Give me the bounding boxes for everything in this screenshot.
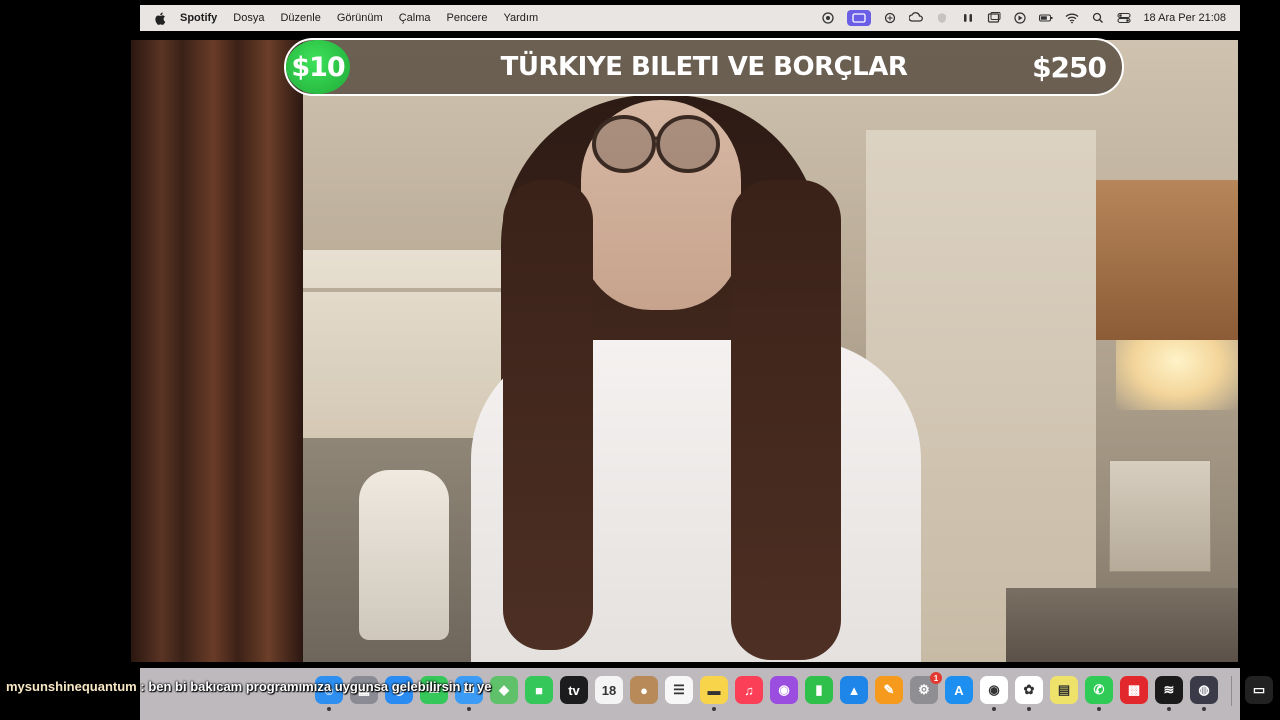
chat-separator: : bbox=[136, 679, 149, 694]
menu-playback[interactable]: Çalma bbox=[399, 12, 431, 24]
donation-goal-banner: $10 TÜRKIYE BILETI VE BORÇLAR $250 bbox=[284, 38, 1124, 96]
chatgpt-icon[interactable] bbox=[883, 12, 897, 24]
person-hair-right bbox=[731, 180, 841, 660]
stickies-icon[interactable]: ▤ bbox=[1050, 676, 1078, 704]
menu-edit[interactable]: Düzenle bbox=[280, 12, 320, 24]
running-indicator bbox=[467, 707, 471, 711]
wifi-icon[interactable] bbox=[1065, 12, 1079, 24]
keynote-icon[interactable]: ▲ bbox=[840, 676, 868, 704]
dock-separator bbox=[1231, 676, 1232, 706]
spotlight-search-icon[interactable] bbox=[1091, 12, 1105, 24]
recent-window-1-glyph: ▭ bbox=[1252, 682, 1266, 697]
running-indicator bbox=[1097, 707, 1101, 711]
calendar-icon[interactable]: 18 bbox=[595, 676, 623, 704]
person-glasses bbox=[592, 115, 720, 173]
reminders-glyph: ☰ bbox=[673, 682, 685, 697]
recent-window-1-icon[interactable]: ▭ bbox=[1245, 676, 1273, 704]
menu-window[interactable]: Pencere bbox=[446, 12, 487, 24]
music-icon[interactable]: ♫ bbox=[735, 676, 763, 704]
chat-text: ben bi bakıcam programımıza uygunsa gele… bbox=[148, 679, 492, 694]
podcasts-glyph: ◉ bbox=[778, 682, 790, 697]
whatsapp-glyph: ✆ bbox=[1093, 682, 1105, 697]
chrome-icon[interactable]: ◉ bbox=[980, 676, 1008, 711]
appletv-icon[interactable]: tv bbox=[560, 676, 588, 704]
menu-file[interactable]: Dosya bbox=[233, 12, 264, 24]
background-chair bbox=[359, 470, 449, 640]
airpods-icon[interactable] bbox=[961, 12, 975, 24]
battery-icon[interactable] bbox=[1039, 12, 1053, 24]
unknown-red-app-glyph: ▩ bbox=[1127, 682, 1141, 697]
macos-menubar: Spotify Dosya Düzenle Görünüm Çalma Penc… bbox=[140, 5, 1240, 31]
whatsapp-icon[interactable]: ✆ bbox=[1085, 676, 1113, 711]
menubar-app-name[interactable]: Spotify bbox=[180, 12, 217, 24]
appletv-glyph: tv bbox=[568, 682, 580, 698]
app-store-icon[interactable]: A bbox=[945, 676, 973, 704]
podcasts-icon[interactable]: ◉ bbox=[770, 676, 798, 704]
kitchen-counter bbox=[1006, 588, 1238, 662]
background-shelf bbox=[281, 288, 521, 292]
person-hair-left bbox=[503, 180, 593, 650]
webcam-video bbox=[131, 40, 1238, 662]
kitchen-oven bbox=[1109, 460, 1211, 572]
goal-title: TÜRKIYE BILETI VE BORÇLAR bbox=[500, 52, 908, 82]
control-center-icon[interactable] bbox=[1117, 12, 1131, 24]
window-icon[interactable] bbox=[987, 12, 1001, 24]
menu-extra-active-icon[interactable] bbox=[847, 10, 872, 26]
obs-glyph: ◍ bbox=[1198, 682, 1210, 697]
maps-icon[interactable]: ◆ bbox=[490, 676, 518, 704]
running-indicator bbox=[1202, 707, 1206, 711]
screen-record-icon[interactable] bbox=[821, 12, 835, 24]
pages-glyph: ✎ bbox=[883, 682, 895, 697]
running-indicator bbox=[992, 707, 996, 711]
curtain bbox=[131, 40, 303, 662]
stickies-glyph: ▤ bbox=[1057, 682, 1071, 697]
chatgpt-app-glyph: ✿ bbox=[1023, 682, 1035, 697]
unknown-red-app-icon[interactable]: ▩ bbox=[1120, 676, 1148, 704]
notification-badge: 1 bbox=[930, 672, 942, 684]
notes-glyph: ▬ bbox=[707, 682, 721, 698]
goal-target-value: $250 bbox=[1032, 51, 1107, 84]
running-indicator bbox=[327, 707, 331, 711]
numbers-icon[interactable]: ▮ bbox=[805, 676, 833, 704]
chat-username: mysunshinequantum bbox=[6, 679, 137, 694]
creative-cloud-icon[interactable] bbox=[909, 12, 924, 24]
pages-icon[interactable]: ✎ bbox=[875, 676, 903, 704]
running-indicator bbox=[712, 707, 716, 711]
chrome-glyph: ◉ bbox=[988, 682, 1000, 697]
music-glyph: ♫ bbox=[744, 682, 754, 698]
spotify-glyph: ≋ bbox=[1163, 682, 1175, 697]
facetime-icon[interactable]: ■ bbox=[525, 676, 553, 704]
macos-dock: ☺▦◎✉✉◆■tv18●☰▬♫◉▮▲✎⚙1A◉✿▤✆▩≋◍▭▭🗑 bbox=[140, 668, 1273, 720]
menubar-clock[interactable]: 18 Ara Per 21:08 bbox=[1143, 12, 1226, 24]
spotify-icon[interactable]: ≋ bbox=[1155, 676, 1183, 711]
shield-icon[interactable] bbox=[935, 12, 949, 24]
obs-icon[interactable]: ◍ bbox=[1190, 676, 1218, 711]
maps-glyph: ◆ bbox=[499, 682, 509, 697]
menubar-status-area: 18 Ara Per 21:08 bbox=[821, 10, 1240, 26]
notes-icon[interactable]: ▬ bbox=[700, 676, 728, 711]
kitchen-cabinet bbox=[1096, 180, 1238, 340]
chatgpt-app-icon[interactable]: ✿ bbox=[1015, 676, 1043, 711]
system-settings-glyph: ⚙ bbox=[918, 682, 930, 697]
contacts-icon[interactable]: ● bbox=[630, 676, 658, 704]
kitchen-light bbox=[1116, 340, 1238, 410]
play-icon[interactable] bbox=[1013, 12, 1027, 24]
menu-help[interactable]: Yardım bbox=[503, 12, 538, 24]
apple-menu-icon[interactable] bbox=[154, 11, 166, 25]
chat-message: mysunshinequantum : ben bi bakıcam progr… bbox=[6, 679, 491, 694]
calendar-glyph: 18 bbox=[601, 682, 617, 698]
app-store-glyph: A bbox=[954, 682, 964, 698]
running-indicator bbox=[1027, 707, 1031, 711]
running-indicator bbox=[1167, 707, 1171, 711]
facetime-glyph: ■ bbox=[535, 682, 543, 698]
keynote-glyph: ▲ bbox=[847, 682, 861, 698]
reminders-icon[interactable]: ☰ bbox=[665, 676, 693, 704]
contacts-glyph: ● bbox=[640, 682, 648, 698]
menu-view[interactable]: Görünüm bbox=[337, 12, 383, 24]
system-settings-icon[interactable]: ⚙ 1 bbox=[910, 672, 942, 704]
numbers-glyph: ▮ bbox=[815, 682, 823, 697]
